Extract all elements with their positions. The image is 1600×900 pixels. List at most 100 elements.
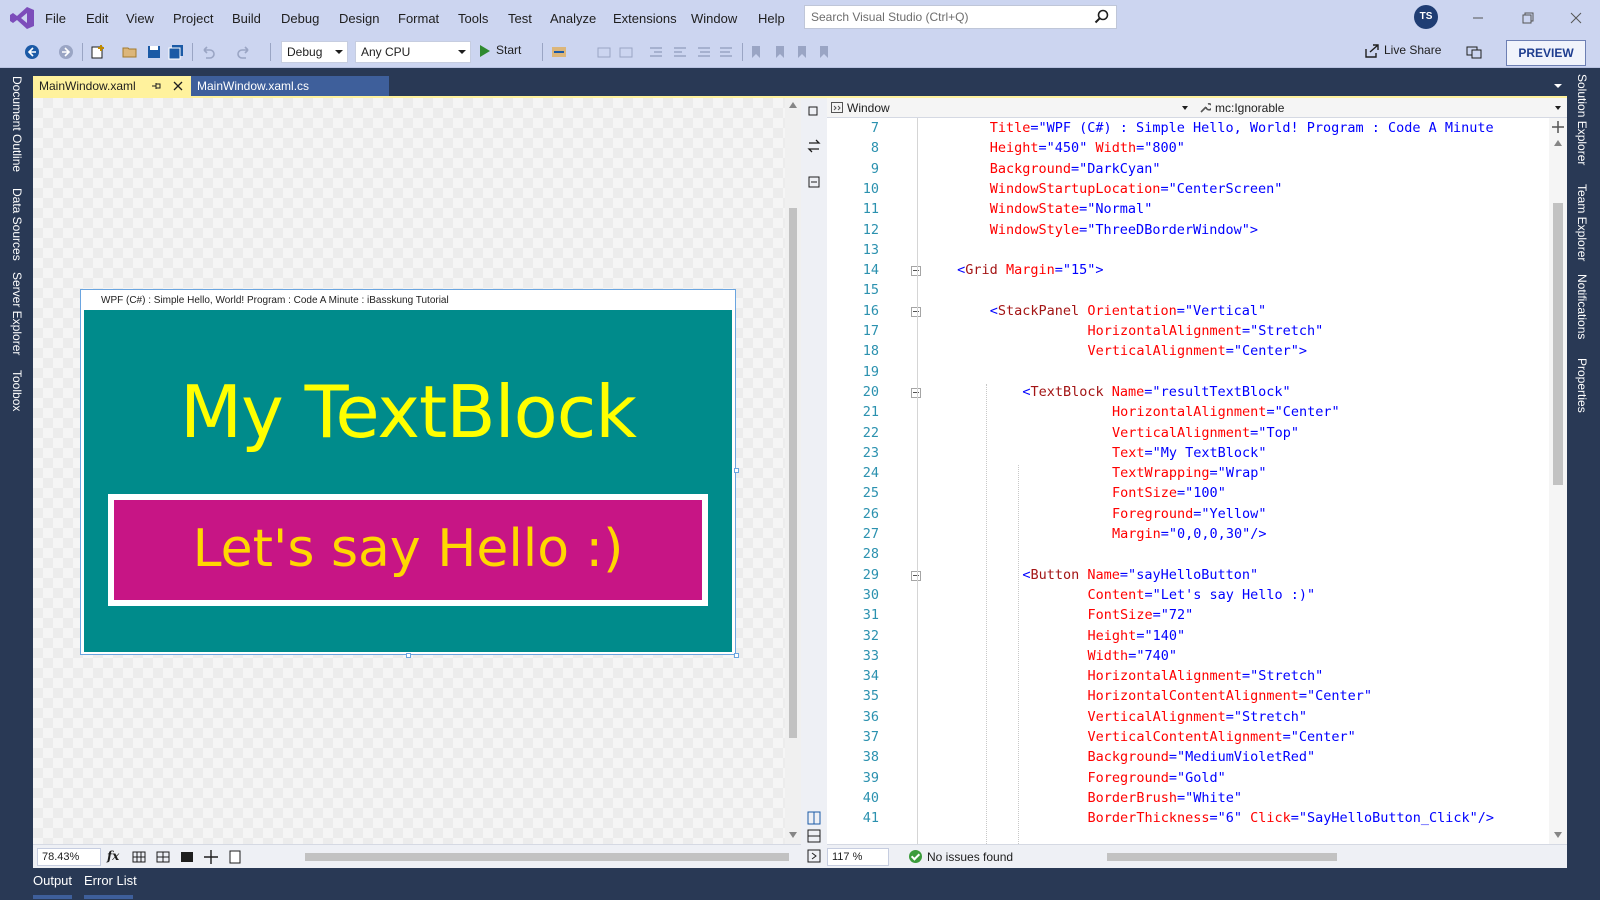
swap-panes-icon[interactable] — [806, 104, 822, 120]
feedback-icon[interactable] — [1466, 44, 1482, 60]
expand-pane-icon[interactable] — [806, 848, 822, 864]
forward-icon[interactable] — [58, 44, 74, 60]
error-list-tab[interactable]: Error List — [84, 873, 137, 888]
fold-toggle-icon[interactable] — [911, 266, 921, 277]
code-line[interactable]: TextWrapping="Wrap" — [1112, 465, 1266, 481]
team-explorer-tab[interactable]: Team Explorer — [1575, 184, 1589, 261]
collapse-pane-icon[interactable] — [806, 174, 822, 190]
menu-build[interactable]: Build — [232, 11, 261, 26]
server-explorer-tab[interactable]: Server Explorer — [10, 272, 24, 355]
account-avatar[interactable]: TS — [1414, 5, 1438, 29]
swap-icon[interactable] — [806, 138, 822, 154]
code-line[interactable]: BorderThickness="6" Click="SayHelloButto… — [1088, 810, 1494, 826]
result-textblock[interactable]: My TextBlock — [84, 370, 732, 454]
solution-configuration-dropdown[interactable]: Debug — [281, 41, 348, 63]
member-selector-dropdown[interactable]: mc:Ignorable — [1195, 99, 1565, 117]
code-line[interactable]: VerticalContentAlignment="Center" — [1088, 729, 1356, 745]
grid-toggle-icon[interactable] — [131, 849, 147, 865]
code-line[interactable]: <StackPanel Orientation="Vertical" — [990, 303, 1266, 319]
solution-platform-dropdown[interactable]: Any CPU — [355, 41, 471, 63]
code-line[interactable]: Title="WPF (C#) : Simple Hello, World! P… — [990, 120, 1494, 136]
new-project-icon[interactable] — [90, 44, 106, 60]
browser-link-icon[interactable] — [551, 44, 567, 60]
code-line[interactable]: WindowStartupLocation="CenterScreen" — [990, 181, 1283, 197]
code-line[interactable]: Background="MediumVioletRed" — [1088, 749, 1316, 765]
code-line[interactable]: VerticalAlignment="Top" — [1112, 425, 1299, 441]
clear-bookmarks-icon[interactable] — [816, 44, 832, 60]
back-icon[interactable] — [24, 44, 40, 60]
undo-icon[interactable] — [200, 44, 216, 60]
code-line[interactable]: HorizontalAlignment="Stretch" — [1088, 323, 1324, 339]
menu-test[interactable]: Test — [508, 11, 532, 26]
menu-file[interactable]: File — [45, 11, 66, 26]
code-line[interactable]: Margin="0,0,0,30"/> — [1112, 526, 1266, 542]
search-box[interactable] — [804, 5, 1117, 29]
menu-edit[interactable]: Edit — [86, 11, 108, 26]
scroll-thumb[interactable] — [789, 208, 797, 738]
code-line[interactable]: FontSize="100" — [1112, 485, 1226, 501]
code-line[interactable]: <Grid Margin="15"> — [957, 262, 1103, 278]
code-line[interactable]: <Button Name="sayHelloButton" — [1022, 567, 1258, 583]
code-line[interactable]: HorizontalAlignment="Stretch" — [1088, 668, 1324, 684]
scroll-up-icon[interactable] — [789, 102, 797, 108]
design-window-client-area[interactable]: My TextBlock Let's say Hello :) — [84, 310, 732, 652]
scroll-thumb[interactable] — [305, 853, 789, 861]
solution-explorer-tab[interactable]: Solution Explorer — [1575, 74, 1589, 165]
scroll-thumb[interactable] — [1553, 203, 1563, 485]
pin-icon[interactable] — [151, 81, 161, 91]
designer-zoom-dropdown[interactable]: 78.43% — [37, 848, 101, 866]
tab-overflow-icon[interactable] — [1553, 82, 1563, 90]
code-line[interactable]: Foreground="Yellow" — [1112, 506, 1266, 522]
menu-view[interactable]: View — [126, 11, 154, 26]
designer-horizontal-scrollbar[interactable] — [291, 853, 803, 861]
output-tab[interactable]: Output — [33, 873, 72, 888]
issues-status[interactable]: No issues found — [927, 850, 1013, 864]
scroll-down-icon[interactable] — [1554, 832, 1562, 838]
code-line[interactable]: Text="My TextBlock" — [1112, 445, 1266, 461]
live-share-button[interactable]: Live Share — [1364, 43, 1441, 58]
code-line[interactable]: HorizontalContentAlignment="Center" — [1088, 688, 1373, 704]
code-line[interactable]: BorderBrush="White" — [1088, 790, 1242, 806]
previous-bookmark-icon[interactable] — [772, 44, 788, 60]
outdent-icon[interactable] — [648, 44, 664, 60]
editor-horizontal-scrollbar[interactable] — [1091, 853, 1563, 861]
menu-help[interactable]: Help — [758, 11, 785, 26]
editor-vertical-scrollbar[interactable] — [1549, 118, 1567, 844]
tab-mainwindow-xaml[interactable]: MainWindow.xaml — [33, 76, 191, 96]
scroll-down-icon[interactable] — [789, 832, 797, 838]
search-icon[interactable] — [1094, 9, 1110, 25]
snap-lines-icon[interactable] — [203, 849, 219, 865]
tab-mainwindow-xaml-cs[interactable]: MainWindow.xaml.cs — [191, 76, 389, 96]
code-line[interactable]: VerticalAlignment="Center"> — [1088, 343, 1307, 359]
menu-extensions[interactable]: Extensions — [613, 11, 677, 26]
designer-vertical-scrollbar[interactable] — [785, 98, 801, 844]
toolbox-tab[interactable]: Toolbox — [10, 370, 24, 411]
scroll-thumb[interactable] — [1107, 853, 1337, 861]
restore-icon[interactable] — [1518, 8, 1538, 28]
design-window-preview[interactable]: WPF (C#) : Simple Hello, World! Program … — [80, 289, 736, 655]
project-code-icon[interactable] — [227, 849, 243, 865]
code-line[interactable]: <TextBlock Name="resultTextBlock" — [1022, 384, 1290, 400]
notifications-tab[interactable]: Notifications — [1575, 274, 1589, 339]
menu-debug[interactable]: Debug — [281, 11, 319, 26]
code-line[interactable]: HorizontalAlignment="Center" — [1112, 404, 1340, 420]
fold-toggle-icon[interactable] — [911, 387, 921, 398]
split-editor-icon[interactable] — [1551, 120, 1565, 134]
code-line[interactable]: Height="140" — [1088, 628, 1186, 644]
document-outline-tab[interactable]: Document Outline — [10, 76, 24, 172]
xaml-code-editor[interactable]: 7 8 9 10 11 12 13 14 15 16 17 18 19 20 21 22 23 24 25 26 27 2… — [827, 118, 1567, 844]
code-line[interactable]: Background="DarkCyan" — [990, 161, 1161, 177]
code-line[interactable]: FontSize="72" — [1088, 607, 1194, 623]
start-debugging-button[interactable]: Start — [478, 43, 521, 61]
resize-handle-corner[interactable] — [734, 653, 739, 658]
close-icon[interactable] — [1566, 8, 1586, 28]
code-line[interactable]: VerticalAlignment="Stretch" — [1088, 709, 1307, 725]
menu-analyze[interactable]: Analyze — [550, 11, 596, 26]
tab-close-icon[interactable] — [173, 81, 183, 91]
editor-zoom-dropdown[interactable]: 117 % — [827, 848, 889, 866]
comment-icon[interactable] — [696, 44, 712, 60]
snap-grid-icon[interactable] — [155, 849, 171, 865]
menu-design[interactable]: Design — [339, 11, 379, 26]
say-hello-button[interactable]: Let's say Hello :) — [108, 494, 708, 606]
uncomment-icon[interactable] — [718, 44, 734, 60]
